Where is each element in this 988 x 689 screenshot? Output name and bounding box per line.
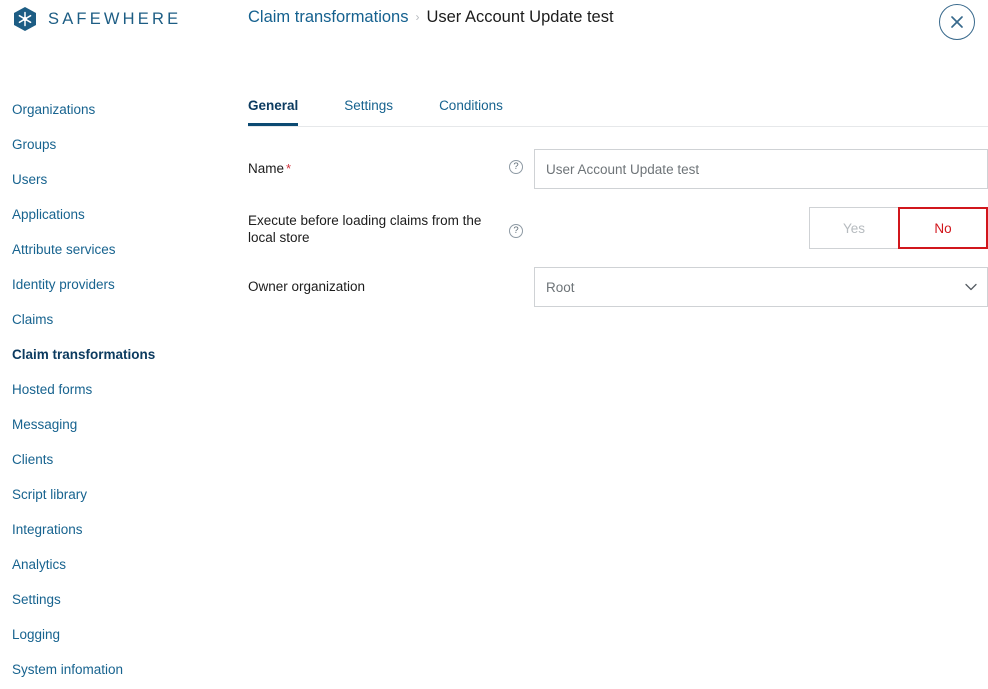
brand-name: SAFEWHERE [48,9,182,28]
sidebar-item-messaging[interactable]: Messaging [0,407,230,442]
sidebar-item-clients[interactable]: Clients [0,442,230,477]
sidebar-item-claim-transformations[interactable]: Claim transformations [0,337,230,372]
form-row-execute-before-loading: Execute before loading claims from the l… [248,207,988,249]
name-label-text: Name [248,161,285,176]
sidebar-nav: Organizations Groups Users Applications … [0,92,230,687]
name-field-wrap [534,149,988,189]
sidebar-item-analytics[interactable]: Analytics [0,547,230,582]
sidebar-item-settings[interactable]: Settings [0,582,230,617]
toggle-yes-button[interactable]: Yes [809,207,899,249]
sidebar-item-claims[interactable]: Claims [0,302,230,337]
tab-general[interactable]: General [248,98,299,126]
owner-organization-help-slot [498,267,534,278]
breadcrumb: Claim transformations › User Account Upd… [248,8,614,27]
sidebar-item-groups[interactable]: Groups [0,127,230,162]
execute-before-loading-toggle: Yes No [534,207,988,249]
owner-organization-select-wrap [534,267,988,307]
brand: SAFEWHERE [12,6,181,32]
sidebar-item-organizations[interactable]: Organizations [0,92,230,127]
sidebar-item-script-library[interactable]: Script library [0,477,230,512]
sidebar-item-identity-providers[interactable]: Identity providers [0,267,230,302]
close-button[interactable] [939,4,975,40]
name-input[interactable] [534,149,988,189]
sidebar-item-system-information[interactable]: System infomation [0,652,230,687]
sidebar-item-users[interactable]: Users [0,162,230,197]
breadcrumb-parent-link[interactable]: Claim transformations [248,8,408,27]
sidebar-item-hosted-forms[interactable]: Hosted forms [0,372,230,407]
form-row-name: Name * ? [248,149,988,189]
general-form: Name* ? Execute before loading claims fr… [248,149,988,307]
required-asterisk: * [286,161,292,176]
owner-organization-select[interactable] [534,267,988,307]
question-mark-icon[interactable]: ? [509,224,523,238]
toggle-no-button[interactable]: No [898,207,988,249]
close-icon [950,15,964,29]
app-header: SAFEWHERE Claim transformations › User A… [0,0,988,62]
main-content: General Settings Conditions Name* ? Exec… [248,92,988,325]
owner-organization-label: Owner organization [248,279,366,294]
tab-bar: General Settings Conditions [248,92,988,127]
tab-conditions[interactable]: Conditions [439,98,503,126]
sidebar-item-integrations[interactable]: Integrations [0,512,230,547]
form-row-owner-organization: Owner organization [248,267,988,307]
sidebar-item-applications[interactable]: Applications [0,197,230,232]
sidebar-item-attribute-services[interactable]: Attribute services [0,232,230,267]
tab-settings[interactable]: Settings [344,98,393,126]
page-title: User Account Update test [426,8,614,26]
question-mark-icon[interactable]: ? [509,160,523,174]
name-help-slot: ? [498,149,534,174]
sidebar-item-logging[interactable]: Logging [0,617,230,652]
breadcrumb-separator-icon: › [415,10,420,24]
name-label: Name * [248,149,498,177]
hexagon-snowflake-icon [12,6,38,32]
execute-help-slot: ? [498,207,534,238]
owner-organization-field-wrap [534,267,988,307]
execute-before-loading-label: Execute before loading claims from the l… [248,213,482,245]
